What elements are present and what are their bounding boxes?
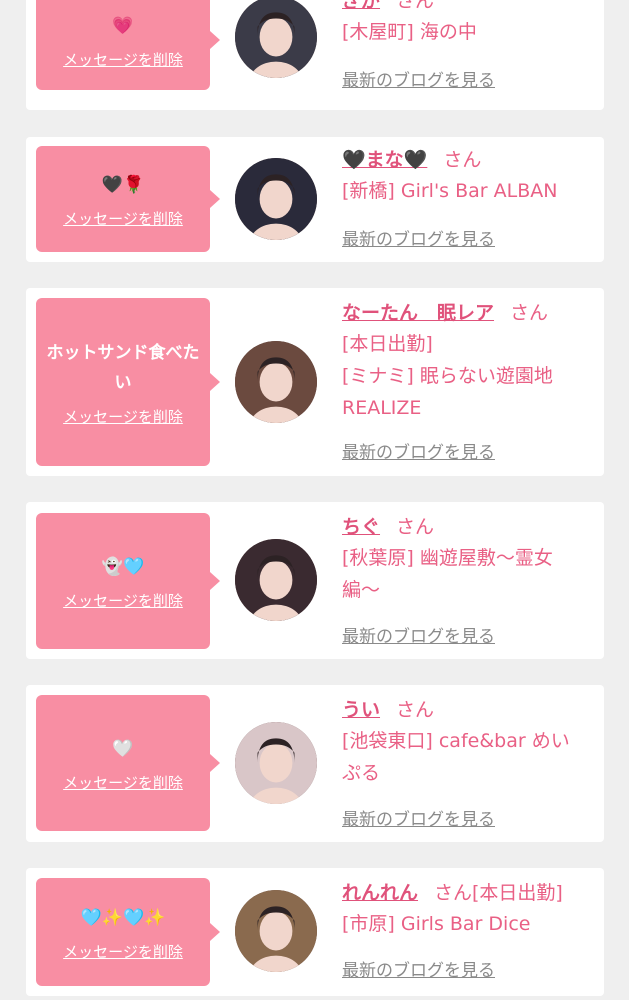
message-bubble: 💗 メッセージを削除: [36, 0, 220, 90]
honorific: さん: [396, 516, 435, 538]
shop-info-line: [新橋] Girl's Bar ALBAN: [342, 180, 558, 202]
avatar-image: [235, 890, 317, 972]
latest-blog-link[interactable]: 最新のブログを見る: [342, 66, 495, 91]
cast-card: ホットサンド食べたいメッセージを削除 なーたん 眠レア さん [本日出勤] [ミナミ]…: [26, 288, 604, 476]
honorific: さん: [510, 302, 549, 324]
message-bubble: 👻🩵 メッセージを削除: [36, 513, 220, 649]
avatar-image: [235, 539, 317, 621]
message-text: 🤍: [112, 738, 134, 759]
cast-info: ぎが さん [木屋町] 海の中 最新のブログを見る: [342, 0, 598, 110]
message-text: 🩵✨🩵✨: [80, 907, 166, 928]
cast-name-link[interactable]: なーたん 眠レア: [342, 302, 494, 324]
shop-info-line: REALIZE: [342, 397, 422, 419]
cast-card: 🖤🌹 メッセージを削除 🖤まな🖤 さん [新橋] Girl's Bar ALBAN 最新…: [26, 137, 604, 262]
cast-card: 👻🩵 メッセージを削除 ちぐ さん [秋葉原] 幽遊屋敷〜霊女 編〜最新のブログを見る: [26, 502, 604, 659]
name-line: れんれん さん[本日出勤]: [342, 878, 598, 908]
message-bubble: 🩵✨🩵✨ メッセージを削除: [36, 878, 220, 986]
shop-info-line: [池袋東口] cafe&bar めい: [342, 730, 570, 752]
cast-name-link[interactable]: ちぐ: [342, 516, 380, 538]
avatar-image: [235, 722, 317, 804]
shop-info-line: [市原] Girls Bar Dice: [342, 913, 531, 935]
cast-info: なーたん 眠レア さん [本日出勤] [ミナミ] 眠らない遊園地 REALIZE 最新のブ…: [342, 298, 598, 476]
cast-card: 🩵✨🩵✨ メッセージを削除 れんれん さん[本日出勤] [市原] Girls Bar …: [26, 868, 604, 996]
name-line: うい さん: [342, 695, 598, 725]
name-line: なーたん 眠レア さん: [342, 298, 598, 328]
message-text: 🖤🌹: [101, 174, 145, 195]
honorific: さん: [396, 0, 435, 12]
avatar[interactable]: [235, 890, 317, 972]
honorific: さん: [396, 699, 435, 721]
shop-info-line: [木屋町] 海の中: [342, 21, 477, 43]
latest-blog-link[interactable]: 最新のブログを見る: [342, 805, 495, 830]
cast-info: れんれん さん[本日出勤] [市原] Girls Bar Dice 最新のブログを見る: [342, 878, 598, 996]
cast-info: うい さん [池袋東口] cafe&bar めい ぷる最新のブログを見る: [342, 695, 598, 842]
avatar[interactable]: [235, 539, 317, 621]
latest-blog-link[interactable]: 最新のブログを見る: [342, 956, 495, 981]
delete-message-link[interactable]: メッセージを削除: [63, 406, 183, 427]
latest-blog-link[interactable]: 最新のブログを見る: [342, 622, 495, 647]
message-text: 👻🩵: [101, 556, 145, 577]
name-line: ぎが さん: [342, 0, 598, 16]
delete-message-link[interactable]: メッセージを削除: [63, 772, 183, 793]
avatar[interactable]: [235, 0, 317, 78]
cast-name-link[interactable]: うい: [342, 699, 380, 721]
avatar-image: [235, 0, 317, 78]
delete-message-link[interactable]: メッセージを削除: [63, 590, 183, 611]
cast-info: 🖤まな🖤 さん [新橋] Girl's Bar ALBAN 最新のブログを見る: [342, 145, 598, 262]
avatar-image: [235, 158, 317, 240]
cast-info: ちぐ さん [秋葉原] 幽遊屋敷〜霊女 編〜最新のブログを見る: [342, 512, 598, 659]
message-bubble: 🖤🌹 メッセージを削除: [36, 146, 220, 252]
message-text: 💗: [112, 15, 134, 36]
avatar[interactable]: [235, 722, 317, 804]
message-bubble: ホットサンド食べたいメッセージを削除: [36, 298, 220, 466]
cast-name-link[interactable]: ぎが: [342, 0, 380, 12]
cast-name-link[interactable]: 🖤まな🖤: [342, 149, 427, 171]
message-bubble: 🤍 メッセージを削除: [36, 695, 220, 831]
honorific: さん: [443, 149, 482, 171]
latest-blog-link[interactable]: 最新のブログを見る: [342, 438, 495, 463]
shop-info-line: [秋葉原] 幽遊屋敷〜霊女: [342, 547, 553, 569]
favorite-cast-list: 💗 メッセージを削除 ぎが さん [木屋町] 海の中 最新のブログを見る 🖤🌹 メッセージを…: [0, 0, 629, 1000]
shop-info-line: 編〜: [342, 579, 381, 601]
delete-message-link[interactable]: メッセージを削除: [63, 49, 183, 70]
cast-card: 💗 メッセージを削除 ぎが さん [木屋町] 海の中 最新のブログを見る: [26, 0, 604, 110]
honorific: さん[本日出勤]: [434, 882, 563, 904]
latest-blog-link[interactable]: 最新のブログを見る: [342, 225, 495, 250]
avatar[interactable]: [235, 158, 317, 240]
shop-info-line: [本日出勤]: [342, 333, 433, 355]
cast-card: 🤍 メッセージを削除 うい さん [池袋東口] cafe&bar めい ぷる最新のブログ…: [26, 685, 604, 842]
delete-message-link[interactable]: メッセージを削除: [63, 941, 183, 962]
avatar-image: [235, 341, 317, 423]
shop-info-line: [ミナミ] 眠らない遊園地: [342, 365, 553, 387]
name-line: ちぐ さん: [342, 512, 598, 542]
delete-message-link[interactable]: メッセージを削除: [63, 208, 183, 229]
avatar[interactable]: [235, 341, 317, 423]
message-text: ホットサンド食べたい: [46, 342, 200, 393]
name-line: 🖤まな🖤 さん: [342, 145, 598, 175]
cast-name-link[interactable]: れんれん: [342, 882, 418, 904]
shop-info-line: ぷる: [342, 762, 381, 784]
